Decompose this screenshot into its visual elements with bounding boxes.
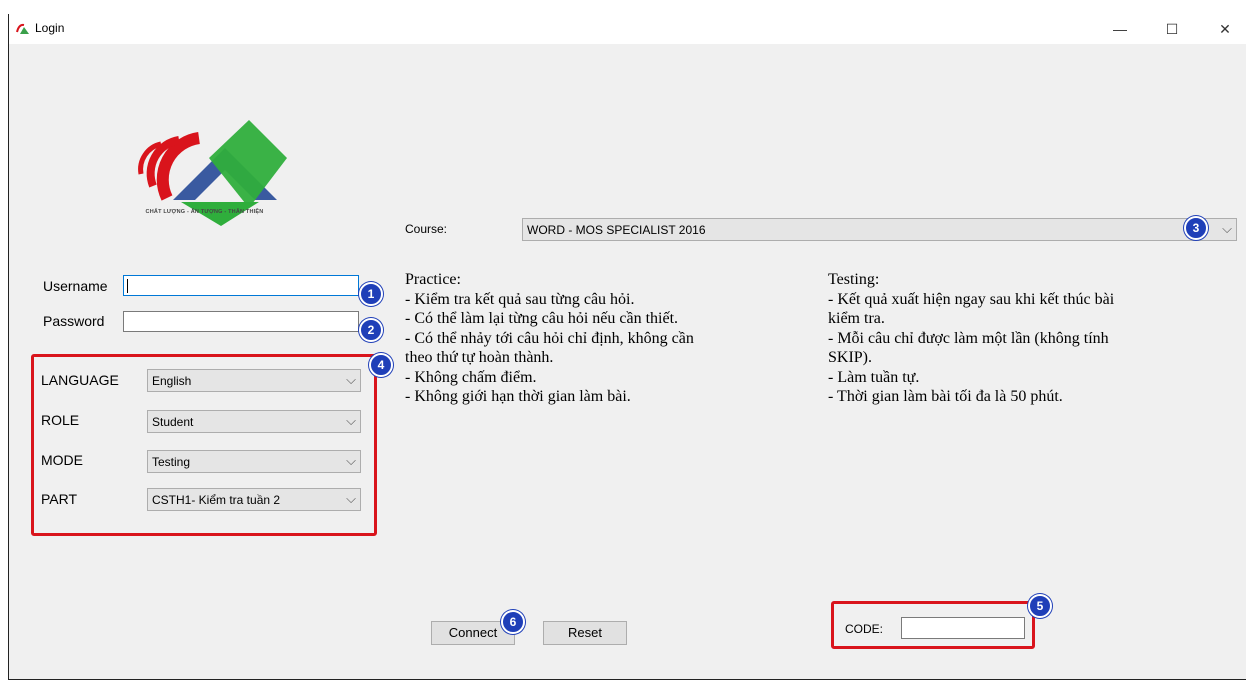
- chevron-down-icon: ⌵: [1222, 221, 1232, 236]
- mode-select[interactable]: Testing ⌵: [147, 450, 361, 473]
- title-bar: Login — ☐ ✕: [9, 14, 1246, 44]
- part-label: PART: [41, 491, 78, 507]
- chevron-down-icon: ⌵: [346, 453, 356, 468]
- text-caret: [127, 279, 128, 293]
- code-input[interactable]: [901, 617, 1025, 639]
- testing-line: - Kết quả xuất hiện ngay sau khi kết thú…: [828, 290, 1115, 308]
- badge-5: 5: [1028, 594, 1052, 618]
- username-field[interactable]: [123, 275, 359, 296]
- reset-button[interactable]: Reset: [543, 621, 627, 645]
- practice-line: - Có thể nhảy tới câu hỏi chỉ định, khôn…: [405, 329, 694, 347]
- language-select[interactable]: English ⌵: [147, 369, 361, 392]
- mode-label: MODE: [41, 452, 83, 468]
- testing-description: Testing: - Kết quả xuất hiện ngay sau kh…: [828, 270, 1114, 407]
- app-icon: [16, 23, 29, 34]
- practice-line: - Không giới hạn thời gian làm bài.: [405, 388, 631, 405]
- testing-line: - Mỗi câu chỉ được làm một lần (không tí…: [828, 329, 1109, 347]
- language-value: English: [152, 374, 192, 388]
- practice-line: - Có thể làm lại từng câu hỏi nếu cần th…: [405, 310, 679, 327]
- language-label: LANGUAGE: [41, 372, 119, 388]
- maximize-button[interactable]: ☐: [1154, 18, 1190, 40]
- code-label: CODE:: [845, 622, 884, 636]
- course-value: WORD - MOS SPECIALIST 2016: [527, 223, 706, 237]
- role-value: Student: [152, 415, 194, 429]
- password-label: Password: [43, 313, 105, 329]
- badge-4: 4: [369, 353, 393, 377]
- minimize-button[interactable]: —: [1102, 18, 1138, 40]
- logo-caption: CHẤT LƯỢNG - ẤN TƯỢNG - THÂN THIỆN: [145, 209, 264, 215]
- role-label: ROLE: [41, 412, 80, 428]
- course-label: Course:: [405, 222, 448, 236]
- practice-heading: Practice:: [405, 271, 461, 288]
- testing-line: SKIP).: [828, 349, 873, 366]
- mode-value: Testing: [152, 455, 191, 469]
- login-window: Login — ☐ ✕ CHẤT LƯỢNG - ẤN TƯỢNG - THÂN…: [8, 14, 1246, 680]
- course-select[interactable]: WORD - MOS SPECIALIST 2016 ⌵: [522, 218, 1237, 241]
- practice-description: Practice: - Kiểm tra kết quả sau từng câ…: [405, 270, 694, 407]
- badge-2: 2: [359, 318, 383, 342]
- practice-line: - Kiểm tra kết quả sau từng câu hỏi.: [405, 290, 635, 308]
- chevron-down-icon: ⌵: [346, 491, 356, 506]
- testing-line: kiểm tra.: [828, 310, 885, 327]
- badge-1: 1: [359, 282, 383, 306]
- close-button[interactable]: ✕: [1207, 18, 1243, 40]
- role-select[interactable]: Student ⌵: [147, 410, 361, 433]
- part-value: CSTH1- Kiểm tra tuần 2: [152, 493, 281, 507]
- password-field[interactable]: [123, 311, 359, 332]
- testing-line: - Làm tuần tự.: [828, 368, 920, 386]
- part-select[interactable]: CSTH1- Kiểm tra tuần 2 ⌵: [147, 488, 361, 511]
- badge-3: 3: [1184, 216, 1208, 240]
- badge-6: 6: [501, 610, 525, 634]
- window-title: Login: [35, 21, 65, 35]
- username-label: Username: [43, 278, 108, 294]
- company-logo: [138, 120, 287, 226]
- chevron-down-icon: ⌵: [346, 413, 356, 428]
- testing-line: - Thời gian làm bài tối đa là 50 phút.: [828, 388, 1063, 405]
- testing-heading: Testing:: [828, 271, 880, 288]
- chevron-down-icon: ⌵: [346, 372, 356, 387]
- practice-line: - Không chấm điểm.: [405, 368, 537, 386]
- practice-line: theo thứ tự hoàn thành.: [405, 349, 554, 366]
